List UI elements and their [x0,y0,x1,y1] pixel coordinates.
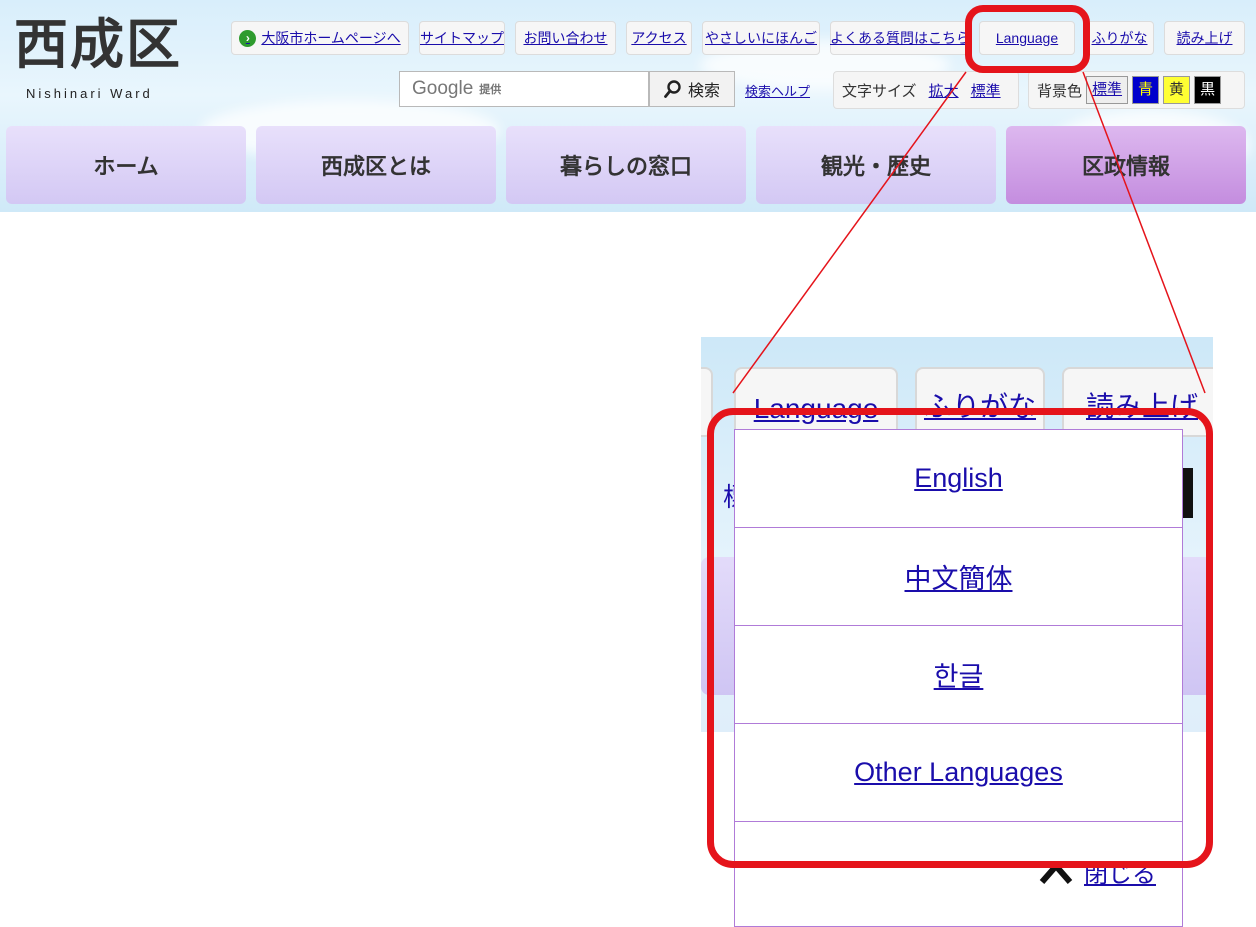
callout-line-left [732,71,967,394]
dropdown-highlight-box [707,408,1213,868]
callout-line-right [1082,71,1206,394]
language-highlight-box [965,5,1090,73]
